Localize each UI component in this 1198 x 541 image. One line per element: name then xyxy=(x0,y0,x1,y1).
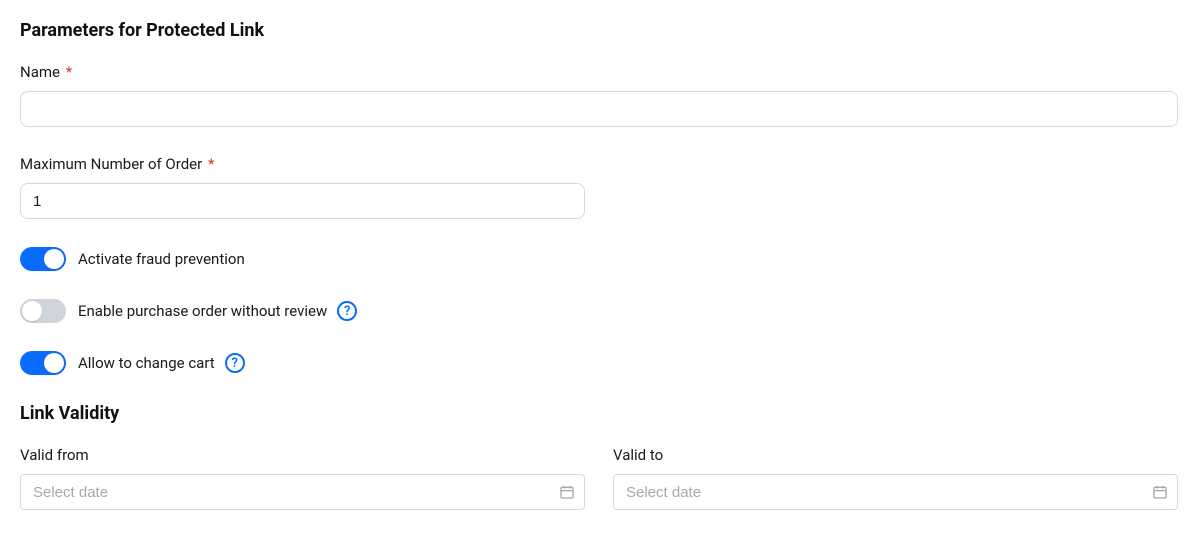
fraud-prevention-toggle[interactable] xyxy=(20,247,66,271)
help-icon[interactable]: ? xyxy=(337,301,357,321)
max-order-input[interactable] xyxy=(20,183,585,219)
toggle-row-fraud: Activate fraud prevention xyxy=(20,247,1178,271)
name-input[interactable] xyxy=(20,91,1178,127)
max-order-label-text: Maximum Number of Order xyxy=(20,155,202,173)
name-label: Name * xyxy=(20,63,1178,81)
validity-row: Valid from Valid to xyxy=(20,446,1178,510)
max-order-field: Maximum Number of Order * xyxy=(20,155,1178,219)
valid-to-col: Valid to xyxy=(613,446,1178,510)
valid-from-label: Valid from xyxy=(20,446,585,464)
purchase-no-review-toggle[interactable] xyxy=(20,299,66,323)
help-icon[interactable]: ? xyxy=(225,353,245,373)
toggle-knob xyxy=(44,249,64,269)
allow-change-cart-toggle[interactable] xyxy=(20,351,66,375)
valid-from-input[interactable] xyxy=(20,474,585,510)
valid-to-input[interactable] xyxy=(613,474,1178,510)
required-star-icon: * xyxy=(208,155,214,173)
required-star-icon: * xyxy=(66,63,72,81)
fraud-prevention-label: Activate fraud prevention xyxy=(78,250,245,268)
name-field: Name * xyxy=(20,63,1178,127)
valid-from-col: Valid from xyxy=(20,446,585,510)
valid-to-label: Valid to xyxy=(613,446,1178,464)
toggle-row-purchase-no-review: Enable purchase order without review ? xyxy=(20,299,1178,323)
toggle-knob xyxy=(44,353,64,373)
allow-change-cart-label: Allow to change cart xyxy=(78,354,215,372)
toggle-row-allow-change-cart: Allow to change cart ? xyxy=(20,351,1178,375)
max-order-label: Maximum Number of Order * xyxy=(20,155,1178,173)
name-label-text: Name xyxy=(20,63,60,81)
section-title-parameters: Parameters for Protected Link xyxy=(20,20,1178,41)
section-title-validity: Link Validity xyxy=(20,403,1178,424)
toggle-knob xyxy=(22,301,42,321)
purchase-no-review-label: Enable purchase order without review xyxy=(78,302,327,320)
